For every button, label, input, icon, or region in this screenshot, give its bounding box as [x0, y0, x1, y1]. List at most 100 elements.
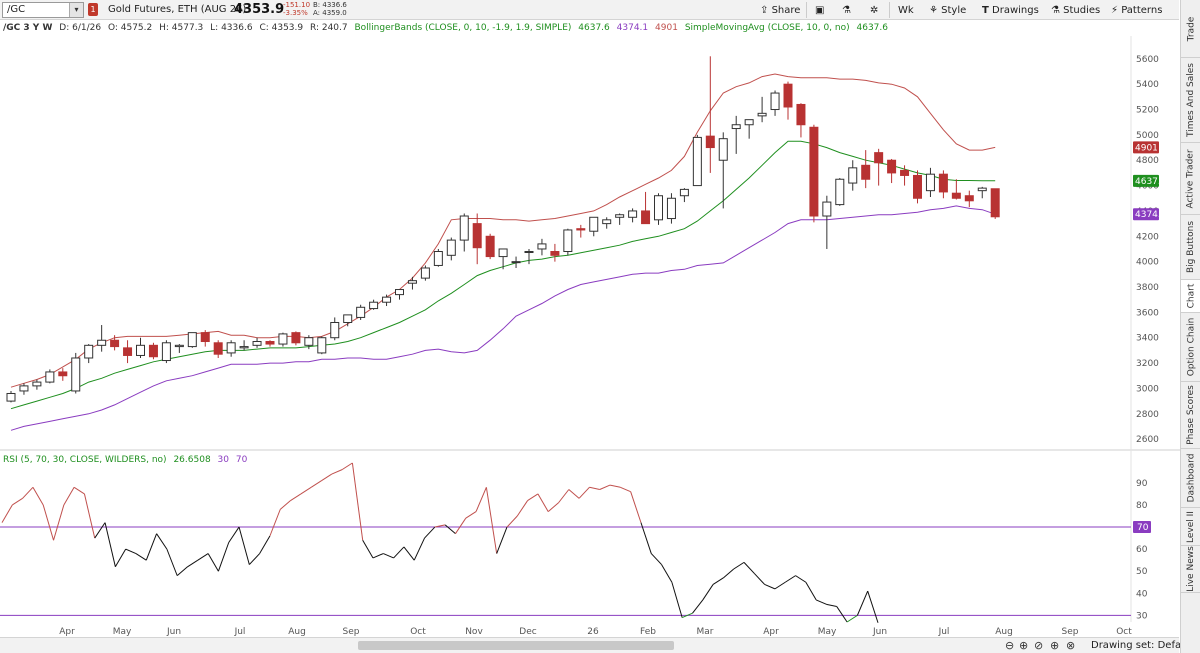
candle[interactable]	[187, 332, 197, 348]
candle[interactable]	[822, 201, 832, 217]
candle[interactable]	[148, 344, 158, 358]
candle[interactable]	[602, 219, 612, 225]
candle[interactable]	[563, 229, 573, 253]
candle[interactable]	[550, 251, 560, 256]
candle[interactable]	[498, 248, 508, 258]
candle[interactable]	[770, 92, 780, 111]
candle[interactable]	[407, 280, 417, 284]
candle[interactable]	[964, 195, 974, 202]
candle[interactable]	[459, 215, 469, 241]
zoom-in-icon[interactable]: ⊕	[1019, 639, 1028, 652]
candle[interactable]	[239, 346, 249, 349]
side-tab-phase-scores[interactable]: Phase Scores	[1181, 382, 1200, 449]
candle[interactable]	[19, 385, 29, 392]
candle[interactable]	[511, 261, 521, 264]
candle[interactable]	[200, 332, 210, 343]
candle[interactable]	[110, 339, 120, 348]
candle[interactable]	[913, 174, 922, 199]
candle[interactable]	[951, 192, 961, 199]
candle[interactable]	[330, 321, 340, 339]
candle[interactable]	[45, 371, 55, 383]
candle[interactable]	[887, 159, 897, 174]
candle[interactable]	[161, 342, 171, 362]
candle[interactable]	[537, 243, 547, 250]
candle[interactable]	[123, 347, 133, 356]
side-tab-times-and-sales[interactable]: Times And Sales	[1181, 58, 1200, 143]
candle[interactable]	[291, 332, 301, 344]
candle[interactable]	[731, 124, 741, 130]
candle[interactable]	[757, 112, 767, 117]
candle[interactable]	[395, 289, 404, 296]
candle[interactable]	[990, 188, 1000, 218]
candle[interactable]	[252, 341, 262, 346]
candle[interactable]	[343, 314, 353, 323]
candle[interactable]	[58, 371, 68, 377]
candle[interactable]	[925, 173, 935, 192]
candle[interactable]	[265, 341, 275, 345]
candle[interactable]	[84, 344, 94, 359]
side-tab-active-trader[interactable]: Active Trader	[1181, 143, 1200, 215]
reset-zoom-icon[interactable]: ⊗	[1066, 639, 1075, 652]
candle[interactable]	[226, 342, 236, 354]
rsi-level-marker: 70	[1137, 523, 1149, 533]
side-tab-dashboard[interactable]: Dashboard	[1181, 449, 1200, 508]
side-tab-trade[interactable]: Trade	[1181, 0, 1200, 58]
candle[interactable]	[472, 223, 482, 249]
candle[interactable]	[589, 216, 599, 232]
side-tab-level-ii[interactable]: Level II	[1181, 508, 1200, 546]
candle[interactable]	[744, 119, 754, 126]
candle[interactable]	[446, 239, 456, 256]
candle[interactable]	[317, 337, 327, 354]
candle[interactable]	[97, 339, 107, 346]
candle[interactable]	[796, 103, 806, 126]
candle[interactable]	[848, 167, 858, 184]
candle[interactable]	[977, 187, 987, 192]
candle[interactable]	[356, 306, 366, 318]
drawing-set[interactable]: Drawing set: Default	[1091, 640, 1194, 651]
candle[interactable]	[900, 169, 910, 176]
candle[interactable]	[433, 251, 443, 266]
candle[interactable]	[136, 344, 145, 356]
candle[interactable]	[278, 333, 288, 345]
candle[interactable]	[874, 152, 884, 164]
candle[interactable]	[524, 251, 534, 254]
rsi-line-segment	[455, 517, 467, 534]
candle[interactable]	[420, 267, 430, 279]
rsi-line-segment	[650, 553, 662, 565]
candle[interactable]	[809, 126, 819, 217]
side-tab-option-chain[interactable]: Option Chain	[1181, 313, 1200, 382]
candle[interactable]	[666, 197, 676, 220]
zoom-out-icon[interactable]: ⊖	[1005, 639, 1014, 652]
candle[interactable]	[213, 342, 223, 355]
price-chart[interactable]: 2600280030003200340036003800400042004400…	[0, 0, 1180, 653]
candle[interactable]	[576, 228, 586, 231]
candle[interactable]	[861, 164, 871, 180]
candle[interactable]	[174, 344, 184, 348]
candle[interactable]	[654, 195, 663, 221]
candle[interactable]	[304, 337, 314, 346]
candle[interactable]	[718, 138, 728, 161]
candle[interactable]	[705, 135, 715, 149]
candle[interactable]	[628, 210, 638, 218]
crosshair-icon[interactable]: ⊕	[1050, 639, 1059, 652]
candle[interactable]	[382, 296, 392, 303]
candle[interactable]	[71, 357, 81, 392]
rsi-line-segment	[558, 489, 570, 504]
candle[interactable]	[679, 188, 689, 197]
candle[interactable]	[369, 301, 379, 310]
candle[interactable]	[783, 83, 793, 108]
side-tab-chart[interactable]: Chart	[1181, 280, 1200, 313]
candle[interactable]	[32, 381, 42, 387]
side-tab-big-buttons[interactable]: Big Buttons	[1181, 215, 1200, 280]
candle[interactable]	[938, 173, 948, 193]
rsi-line-segment	[217, 542, 230, 572]
candle[interactable]	[835, 178, 845, 206]
zoom-box-icon[interactable]: ⊘	[1034, 639, 1043, 652]
candle[interactable]	[641, 210, 651, 225]
candle[interactable]	[692, 136, 702, 187]
side-tab-live-news[interactable]: Live News	[1181, 546, 1200, 593]
candle[interactable]	[485, 235, 495, 258]
candle[interactable]	[6, 392, 16, 402]
candle[interactable]	[615, 214, 625, 218]
scroll-thumb[interactable]	[358, 641, 674, 650]
